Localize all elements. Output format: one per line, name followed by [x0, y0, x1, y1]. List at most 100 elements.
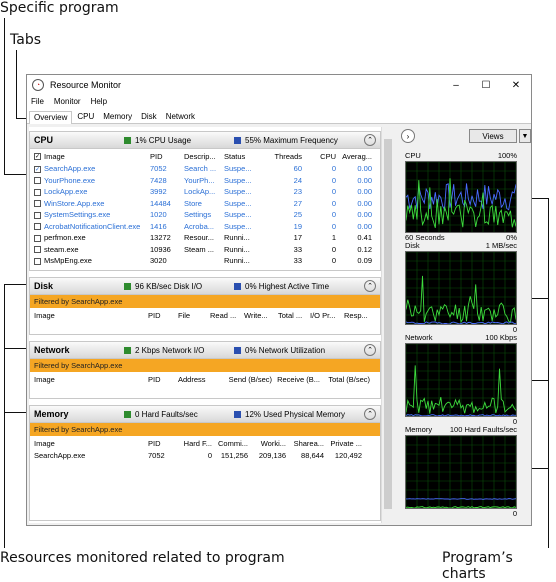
network-utilization: 0% Network Utilization — [245, 345, 326, 355]
col-pid[interactable]: PID — [148, 439, 178, 448]
tab-network[interactable]: Network — [162, 111, 199, 123]
checkbox[interactable]: ✓ — [34, 165, 41, 173]
col-total[interactable]: Total ... — [278, 311, 310, 320]
table-row[interactable]: ✓ SearchApp.exe 7052 Search ... Suspe... 60 0 0… — [30, 163, 380, 175]
table-row[interactable]: WinStore.App.exe 14484 Store Suspe... 27 0 0.0… — [30, 198, 380, 210]
col-cpu[interactable]: CPU — [302, 152, 336, 161]
cell-avg: 0.09 — [357, 256, 372, 266]
disk-section-header[interactable]: Disk 96 KB/sec Disk I/O 0% Highest Activ… — [30, 278, 380, 295]
col-status[interactable]: Status — [224, 152, 264, 161]
col-file[interactable]: File — [178, 311, 210, 320]
chart-label: CPU — [405, 151, 421, 160]
left-scrollbar[interactable] — [381, 127, 394, 523]
chart-label: Disk — [405, 241, 420, 250]
col-private[interactable]: Private ... — [324, 439, 362, 448]
tab-disk[interactable]: Disk — [137, 111, 161, 123]
tab-overview[interactable]: Overview — [29, 111, 73, 124]
cell-threads: 60 — [293, 164, 302, 174]
col-threads[interactable]: Threads — [264, 152, 302, 161]
cell-status: Suspe... — [224, 221, 252, 231]
table-row[interactable]: steam.exe 10936 Steam ... Runni... 33 0 0.12 — [30, 244, 380, 256]
cell-avg: 0.41 — [357, 233, 372, 243]
checkbox[interactable] — [34, 188, 41, 196]
table-row[interactable]: perfmon.exe 13272 Resour... Runni... 17 1 0.41 — [30, 232, 380, 244]
col-io-priority[interactable]: I/O Pr... — [310, 311, 344, 320]
col-working[interactable]: Worki... — [248, 439, 286, 448]
col-total[interactable]: Total (B/sec) — [320, 375, 370, 384]
max-frequency: 55% Maximum Frequency — [245, 135, 338, 145]
network-chart-block: Network 100 Kbps 0 — [405, 333, 517, 427]
checkbox[interactable] — [34, 177, 41, 185]
col-image[interactable]: Image — [44, 152, 65, 161]
cell-threads: 24 — [293, 175, 302, 185]
cell-desc: YourPh... — [184, 175, 215, 185]
collapse-icon[interactable]: ⌃ — [364, 408, 376, 420]
cell-desc: Store — [184, 198, 202, 208]
col-address[interactable]: Address — [178, 375, 222, 384]
cell-status: Suspe... — [224, 210, 252, 220]
cell-image: MsMpEng.exe — [44, 256, 92, 266]
table-row[interactable]: YourPhone.exe 7428 YourPh... Suspe... 24 0 0.0… — [30, 175, 380, 187]
col-pid[interactable]: PID — [148, 311, 178, 320]
col-pid[interactable]: PID — [150, 152, 184, 161]
checkbox[interactable] — [34, 223, 41, 231]
cell-cpu: 1 — [331, 233, 336, 243]
table-row[interactable]: MsMpEng.exe 3020 Runni... 33 0 0.09 — [30, 255, 380, 267]
col-description[interactable]: Descrip... — [184, 152, 224, 161]
collapse-icon[interactable]: ⌃ — [364, 344, 376, 356]
chevron-down-icon[interactable]: ▼ — [519, 129, 531, 143]
col-send[interactable]: Send (B/sec) — [222, 375, 272, 384]
scrollbar-thumb[interactable] — [384, 139, 392, 509]
cell-image: LockApp.exe — [44, 187, 88, 197]
cell-desc: Settings — [184, 210, 212, 220]
cell-cpu: 0 — [331, 175, 336, 185]
table-row[interactable]: SearchApp.exe 7052 0 151,256 209,136 88,… — [30, 450, 380, 462]
maximize-button[interactable]: ☐ — [471, 80, 501, 91]
cell-status: Runni... — [224, 244, 250, 254]
checkbox[interactable]: ✓ — [34, 153, 41, 161]
checkbox[interactable] — [34, 200, 41, 208]
collapse-pane-icon[interactable]: › — [401, 129, 415, 143]
menu-file[interactable]: File — [31, 97, 44, 106]
table-row[interactable]: LockApp.exe 3992 LockAp... Suspe... 23 0 0.00 — [30, 186, 380, 198]
section-title: Disk — [34, 281, 54, 291]
col-average[interactable]: Averag... — [336, 152, 372, 161]
col-receive[interactable]: Receive (B... — [272, 375, 320, 384]
callout-line — [548, 198, 549, 548]
callout-line — [4, 284, 5, 548]
collapse-icon[interactable]: ⌃ — [364, 134, 376, 146]
cpu-section-header[interactable]: CPU 1% CPU Usage 55% Maximum Frequency ⌃ — [30, 132, 380, 149]
col-shareable[interactable]: Sharea... — [286, 439, 324, 448]
cell-pid: 7428 — [150, 175, 167, 185]
tab-memory[interactable]: Memory — [99, 111, 136, 123]
col-image[interactable]: Image — [30, 439, 148, 448]
col-read[interactable]: Read ... — [210, 311, 244, 320]
checkbox[interactable] — [34, 246, 41, 254]
minimize-button[interactable]: – — [441, 80, 471, 91]
checkbox[interactable] — [34, 234, 41, 242]
col-image[interactable]: Image — [30, 311, 148, 320]
col-response[interactable]: Resp... — [344, 311, 374, 320]
col-hard-faults[interactable]: Hard F... — [178, 439, 212, 448]
tab-cpu[interactable]: CPU — [73, 111, 98, 123]
col-commit[interactable]: Commi... — [212, 439, 248, 448]
charts-pane: › Views ▼ CPU 100% 60 Seconds 0% Disk 1 MB/… — [397, 127, 531, 523]
menu-monitor[interactable]: Monitor — [54, 97, 81, 106]
table-row[interactable]: AcrobatNotificationClient.exe 1416 Acroba.… — [30, 221, 380, 233]
network-section-header[interactable]: Network 2 Kbps Network I/O 0% Network Ut… — [30, 342, 380, 359]
network-io: 2 Kbps Network I/O — [135, 345, 205, 355]
memory-section-header[interactable]: Memory 0 Hard Faults/sec 12% Used Physic… — [30, 406, 380, 423]
menu-help[interactable]: Help — [91, 97, 107, 106]
checkbox[interactable] — [34, 211, 41, 219]
col-pid[interactable]: PID — [148, 375, 178, 384]
table-row[interactable]: SystemSettings.exe 1020 Settings Suspe... 25… — [30, 209, 380, 221]
col-write[interactable]: Write... — [244, 311, 278, 320]
checkbox[interactable] — [34, 257, 41, 265]
used-physical-memory: 12% Used Physical Memory — [245, 409, 346, 419]
collapse-icon[interactable]: ⌃ — [364, 280, 376, 292]
cell-cpu: 0 — [331, 256, 336, 266]
col-image[interactable]: Image — [30, 375, 148, 384]
callout-specific-program: Specific program — [0, 0, 119, 16]
views-button[interactable]: Views — [469, 129, 517, 143]
close-button[interactable]: ✕ — [501, 80, 531, 91]
